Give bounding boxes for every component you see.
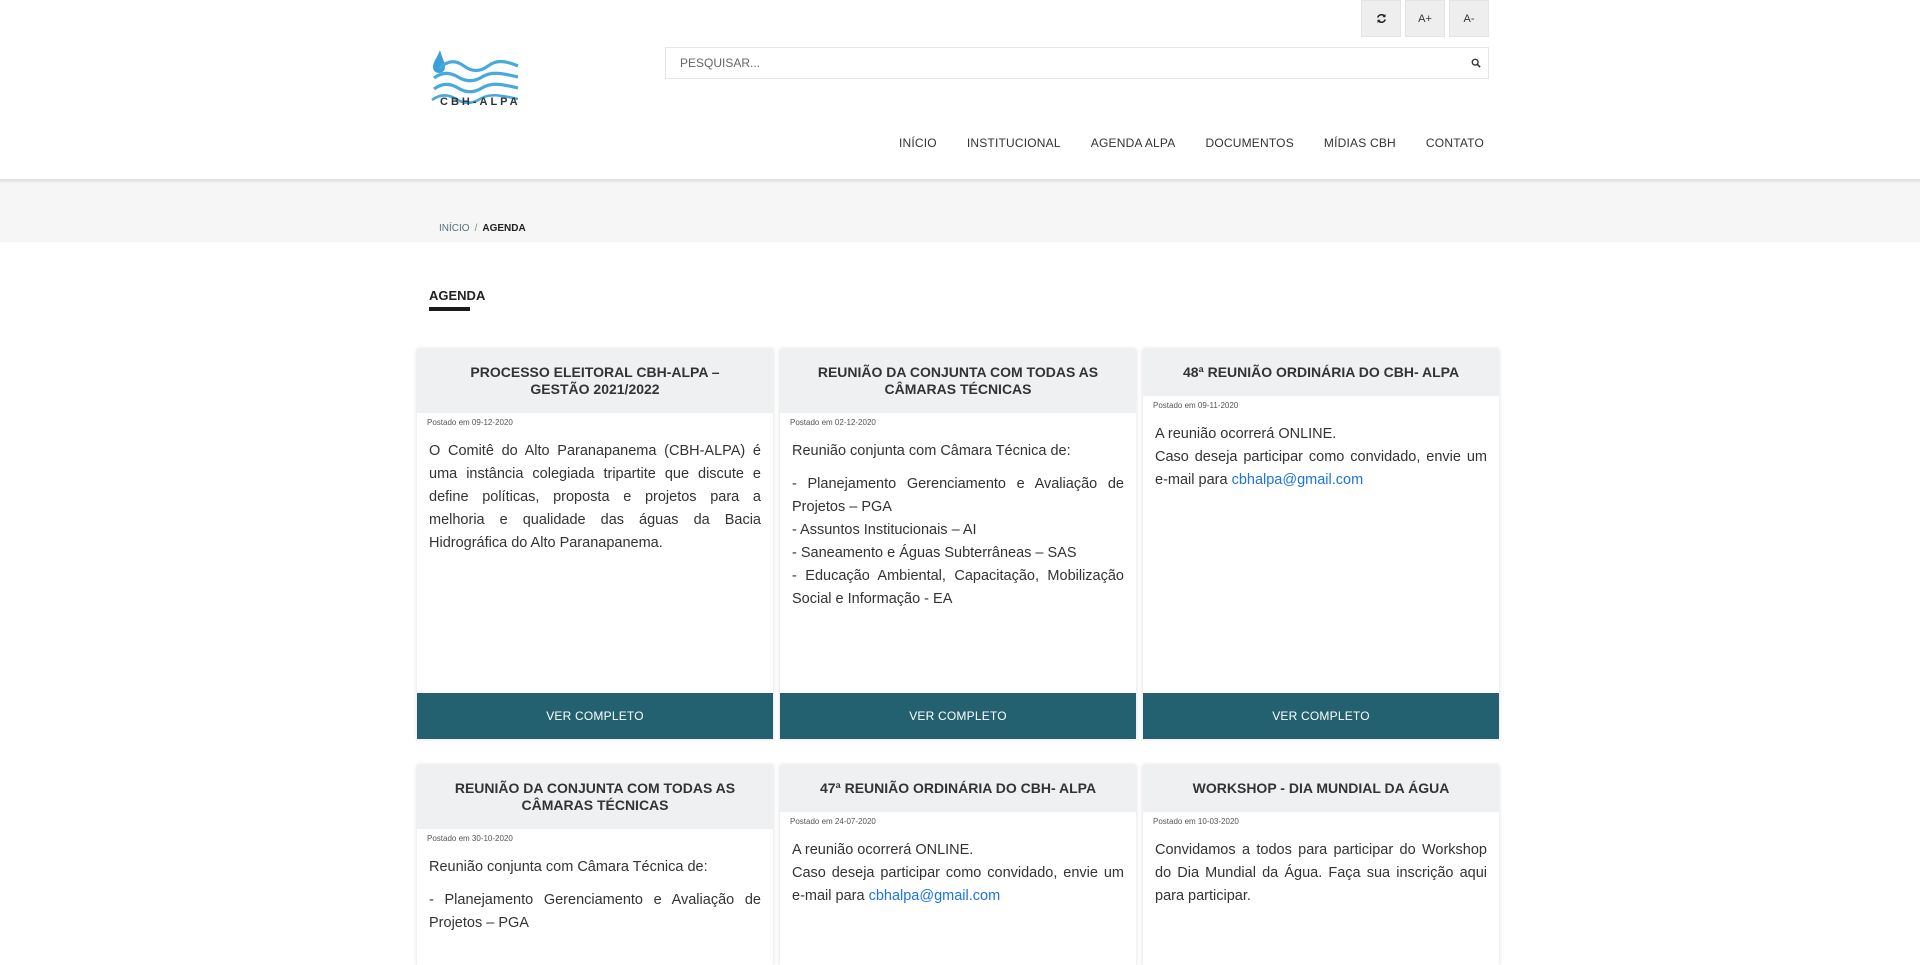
- email-link[interactable]: cbhalpa@gmail.com: [869, 888, 1001, 904]
- card-title[interactable]: REUNIÃO DA CONJUNTA COM TODAS AS CÂMARAS…: [780, 349, 1136, 413]
- card-title[interactable]: 47ª REUNIÃO ORDINÁRIA DO CBH- ALPA: [780, 765, 1136, 812]
- search-icon: [1471, 58, 1481, 68]
- card-list-item: - Saneamento e Águas Subterrâneas – SAS: [792, 545, 1077, 561]
- card-date: Postado em 10-03-2020: [1153, 817, 1239, 826]
- breadcrumb-current: AGENDA: [482, 223, 526, 234]
- search-bar: [665, 47, 1489, 79]
- card-text: A reunião ocorrerá ONLINE. Caso deseja p…: [1143, 410, 1499, 492]
- font-decrease-button[interactable]: A-: [1449, 0, 1489, 37]
- card-line: A reunião ocorrerá ONLINE.: [1155, 426, 1337, 442]
- card-list-item: - Planejamento Gerenciamento e Avaliação…: [429, 892, 761, 931]
- card-title[interactable]: PROCESSO ELEITORAL CBH-ALPA – GESTÃO 202…: [417, 349, 773, 413]
- card-date: Postado em 30-10-2020: [427, 834, 513, 843]
- card-line: Caso deseja participar como convidado, e…: [1155, 446, 1487, 492]
- search-input[interactable]: [666, 49, 1464, 77]
- logo-text: CBH-ALPA: [440, 96, 521, 108]
- card-date: Postado em 02-12-2020: [790, 418, 876, 427]
- refresh-button[interactable]: [1361, 0, 1401, 37]
- accessibility-toolbar: A+ A-: [1361, 0, 1489, 37]
- page-title: AGENDA: [429, 288, 486, 303]
- event-card: 47ª REUNIÃO ORDINÁRIA DO CBH- ALPA Posta…: [780, 765, 1136, 965]
- ver-completo-button[interactable]: VER COMPLETO: [780, 693, 1136, 739]
- card-date: Postado em 09-11-2020: [1153, 401, 1239, 410]
- ver-completo-button[interactable]: VER COMPLETO: [1143, 693, 1499, 739]
- nav-documentos[interactable]: DOCUMENTOS: [1205, 136, 1293, 150]
- nav-agenda-alpa[interactable]: AGENDA ALPA: [1091, 136, 1176, 150]
- card-title[interactable]: WORKSHOP - DIA MUNDIAL DA ÁGUA: [1143, 765, 1499, 812]
- email-link[interactable]: cbhalpa@gmail.com: [1232, 472, 1364, 488]
- card-list-item: - Assuntos Institucionais – AI: [792, 522, 977, 538]
- nav-inicio[interactable]: INÍCIO: [899, 136, 937, 150]
- card-date: Postado em 24-07-2020: [790, 817, 876, 826]
- main-nav: INÍCIO INSTITUCIONAL AGENDA ALPA DOCUMEN…: [899, 136, 1484, 150]
- breadcrumb-bar: [0, 183, 1920, 242]
- nav-institucional[interactable]: INSTITUCIONAL: [967, 136, 1061, 150]
- card-paragraph: O Comitê do Alto Paranapanema (CBH-ALPA)…: [429, 443, 761, 551]
- event-card: REUNIÃO DA CONJUNTA COM TODAS AS CÂMARAS…: [417, 765, 773, 965]
- nav-contato[interactable]: CONTATO: [1426, 136, 1484, 150]
- card-text: A reunião ocorrerá ONLINE. Caso deseja p…: [780, 826, 1136, 908]
- nav-midias-cbh[interactable]: MÍDIAS CBH: [1324, 136, 1396, 150]
- event-card: WORKSHOP - DIA MUNDIAL DA ÁGUA Postado e…: [1143, 765, 1499, 965]
- card-date: Postado em 09-12-2020: [427, 418, 513, 427]
- card-text: Reunião conjunta com Câmara Técnica de: …: [417, 843, 773, 935]
- refresh-icon: [1376, 14, 1386, 23]
- event-card: PROCESSO ELEITORAL CBH-ALPA – GESTÃO 202…: [417, 349, 773, 739]
- card-list-item: - Planejamento Gerenciamento e Avaliação…: [792, 476, 1124, 515]
- card-paragraph: Reunião conjunta com Câmara Técnica de:: [429, 859, 708, 875]
- card-text: Reunião conjunta com Câmara Técnica de: …: [780, 427, 1136, 611]
- breadcrumb-home[interactable]: INÍCIO: [439, 223, 470, 234]
- card-line: Caso deseja participar como convidado, e…: [792, 862, 1124, 908]
- breadcrumb: INÍCIO / AGENDA: [439, 223, 526, 234]
- breadcrumb-separator: /: [474, 223, 478, 234]
- card-list-item: - Educação Ambiental, Capacitação, Mobil…: [792, 568, 1124, 607]
- search-button[interactable]: [1464, 58, 1488, 68]
- event-card: REUNIÃO DA CONJUNTA COM TODAS AS CÂMARAS…: [780, 349, 1136, 739]
- ver-completo-button[interactable]: VER COMPLETO: [417, 693, 773, 739]
- card-title[interactable]: REUNIÃO DA CONJUNTA COM TODAS AS CÂMARAS…: [417, 765, 773, 829]
- card-paragraph: Convidamos a todos para participar do Wo…: [1155, 842, 1487, 904]
- card-title[interactable]: 48ª REUNIÃO ORDINÁRIA DO CBH- ALPA: [1143, 349, 1499, 396]
- font-increase-button[interactable]: A+: [1405, 0, 1445, 37]
- page-title-underline: [429, 307, 470, 311]
- card-text: Convidamos a todos para participar do Wo…: [1143, 826, 1499, 908]
- event-card: 48ª REUNIÃO ORDINÁRIA DO CBH- ALPA Posta…: [1143, 349, 1499, 739]
- card-text: O Comitê do Alto Paranapanema (CBH-ALPA)…: [417, 427, 773, 555]
- card-paragraph: Reunião conjunta com Câmara Técnica de:: [792, 443, 1071, 459]
- card-line: A reunião ocorrerá ONLINE.: [792, 842, 974, 858]
